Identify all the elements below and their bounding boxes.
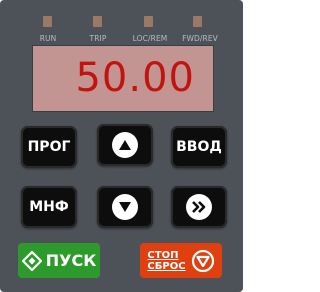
enter-button-label: ВВОД xyxy=(176,139,222,155)
run-led xyxy=(43,16,52,27)
start-button[interactable]: ПУСК xyxy=(18,243,100,278)
up-arrow-icon xyxy=(112,132,138,158)
down-arrow-icon xyxy=(112,194,138,220)
run-label: RUN xyxy=(39,34,57,43)
prog-button-label: ПРОГ xyxy=(27,139,71,155)
double-chevron-right-icon xyxy=(186,194,212,220)
prog-button[interactable]: ПРОГ xyxy=(21,126,77,168)
start-button-label: ПУСК xyxy=(45,251,97,270)
enter-button[interactable]: ВВОД xyxy=(171,126,227,168)
mnf-button[interactable]: МНФ xyxy=(21,186,77,228)
diamond-icon xyxy=(21,250,42,271)
down-button[interactable] xyxy=(97,186,153,228)
down-triangle-circle-icon xyxy=(191,249,215,273)
frequency-display: 50.00 xyxy=(32,45,214,112)
stop-reset-button[interactable]: СТОП СБРОС xyxy=(140,243,222,278)
stop-label: СТОП xyxy=(147,249,179,261)
shift-button[interactable] xyxy=(171,186,227,228)
loc-rem-label: LOC/REM xyxy=(132,34,168,43)
display-value: 50.00 xyxy=(75,55,195,101)
fwd-rev-label: FWD/REV xyxy=(182,34,218,43)
mnf-button-label: МНФ xyxy=(29,199,69,215)
up-button[interactable] xyxy=(97,124,153,166)
fwd-rev-led xyxy=(193,16,202,27)
reset-label: СБРОС xyxy=(147,260,186,272)
trip-led xyxy=(93,16,102,27)
stop-reset-label: СТОП СБРОС xyxy=(147,250,185,272)
trip-label: TRIP xyxy=(89,34,107,43)
loc-rem-led xyxy=(144,16,153,27)
control-panel: RUN TRIP LOC/REM FWD/REV 50.00 ПРОГ ВВОД… xyxy=(0,0,243,292)
